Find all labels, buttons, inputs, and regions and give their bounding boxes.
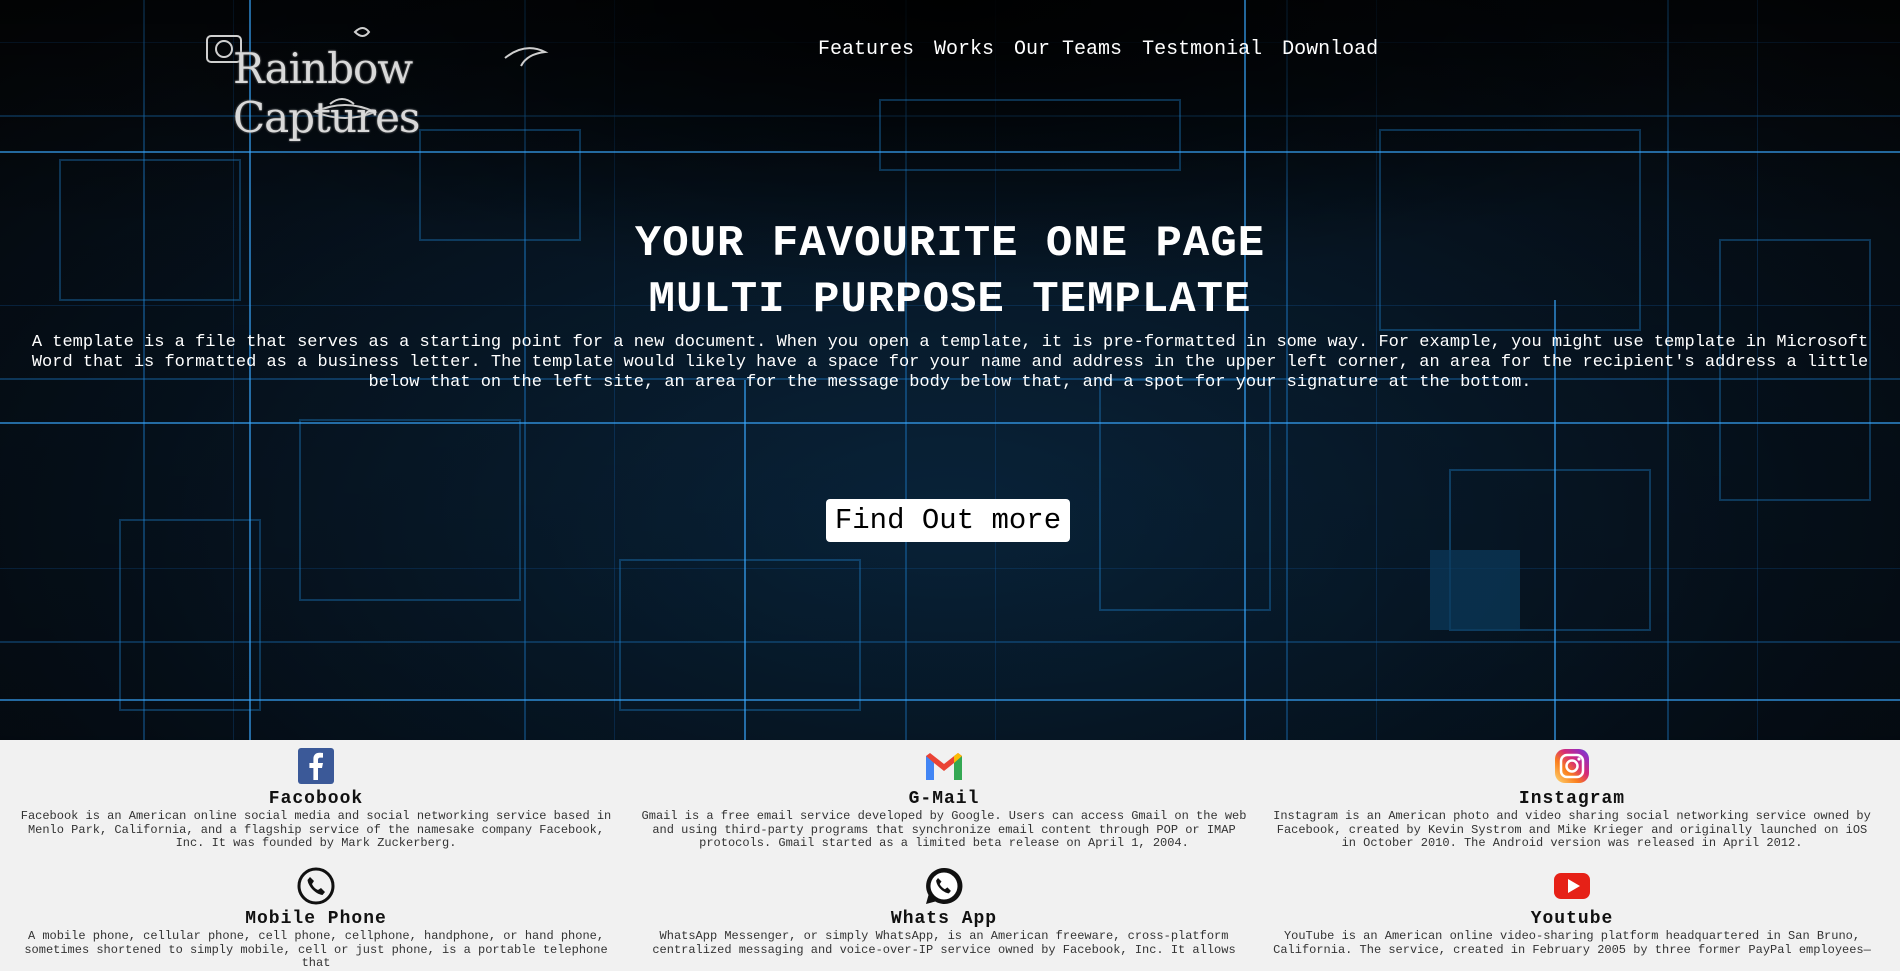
instagram-icon[interactable] [1552,746,1592,786]
find-out-more-button[interactable]: Find Out more [826,499,1070,542]
feature-title: Mobile Phone [245,909,387,929]
features-section: Facobook Facebook is an American online … [0,740,1900,970]
hero-title-line-2: MULTI PURPOSE TEMPLATE [648,275,1252,325]
nav-item-our-teams[interactable]: Our Teams [1004,38,1132,61]
phone-icon[interactable] [296,866,336,906]
feature-instagram: Instagram Instagram is an American photo… [1258,740,1886,851]
site-header: Rainbow Captures Features Works Our Team… [0,0,1900,142]
whatsapp-icon[interactable] [924,866,964,906]
feature-youtube: Youtube YouTube is an American online vi… [1258,860,1886,957]
feature-description: WhatsApp Messenger, or simply WhatsApp, … [652,929,1236,957]
nav-item-works[interactable]: Works [924,38,1004,61]
feature-title: G-Mail [908,789,980,809]
brand-logo[interactable]: Rainbow Captures [205,22,550,142]
facebook-icon[interactable] [296,746,336,786]
feature-description: YouTube is an American online video-shar… [1273,929,1871,957]
hero-description: A template is a file that serves as a st… [31,333,1869,392]
feature-title: Youtube [1530,909,1614,929]
feature-description: Facebook is an American online social me… [20,809,612,850]
feature-title: Whats App [890,909,998,929]
main-nav: Features Works Our Teams Testmonial Down… [808,38,1388,61]
youtube-icon[interactable] [1552,866,1592,906]
feature-whatsapp: Whats App WhatsApp Messenger, or simply … [630,860,1258,957]
gmail-icon[interactable] [924,746,964,786]
feature-title: Facobook [268,789,364,809]
hero-section: Rainbow Captures Features Works Our Team… [0,0,1900,740]
hero-title-line-1: YOUR FAVOURITE ONE PAGE [634,219,1266,269]
feature-description: Gmail is a free email service developed … [641,809,1247,850]
feature-description: A mobile phone, cellular phone, cell pho… [24,929,608,970]
logo-text: Rainbow Captures [233,44,420,142]
feature-gmail: G-Mail Gmail is a free email service dev… [630,740,1258,851]
hero-title: YOUR FAVOURITE ONE PAGE MULTI PURPOSE TE… [0,216,1900,328]
feature-title: Instagram [1518,789,1626,809]
feature-mobile-phone: Mobile Phone A mobile phone, cellular ph… [2,860,630,971]
nav-item-download[interactable]: Download [1272,38,1388,61]
feature-description: Instagram is an American photo and video… [1273,809,1871,850]
feature-facebook: Facobook Facebook is an American online … [2,740,630,851]
nav-item-features[interactable]: Features [808,38,924,61]
nav-item-testimonial[interactable]: Testmonial [1132,38,1272,61]
